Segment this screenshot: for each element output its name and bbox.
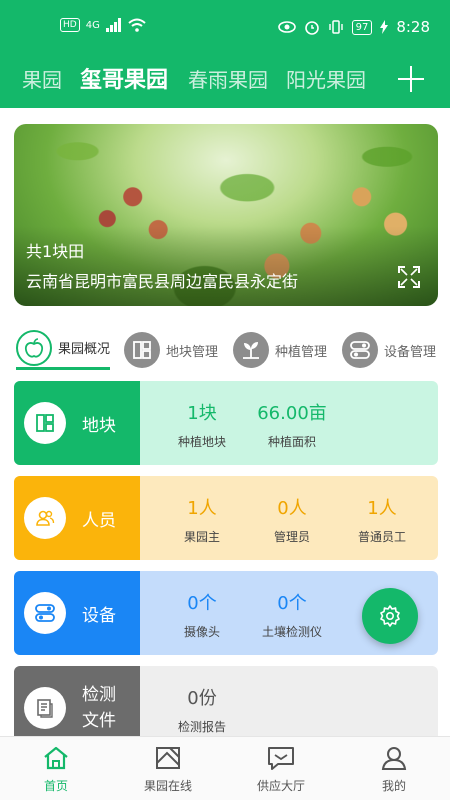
seedling-icon [233,332,269,368]
staff-card[interactable]: 人员 1人 果园主 0人 管理员 1人 普通员工 [14,476,438,560]
tab-label: 设备管理 [384,344,437,360]
tab-chunyu-orchard[interactable]: 春雨果园 [188,64,268,93]
home-icon [6,743,106,773]
staff-stats: 1人 果园主 0人 管理员 1人 普通员工 [140,476,438,560]
tab-device-management[interactable]: 设备管理 [342,330,436,370]
nav-home[interactable]: 首页 [6,743,106,794]
stat-label: 管理员 [273,530,310,544]
tab-plot-management[interactable]: 地块管理 [124,330,218,370]
stat-value: 0个 [187,593,217,614]
hd-badge: HD [60,18,80,32]
nav-label: 我的 [381,779,406,793]
orchard-address: 云南省昆明市富民县周边富民县永定街 [26,272,299,291]
stat-value: 1块 [187,403,217,424]
apple-icon [16,329,52,366]
app-header: HD 4G 97 8:28 果园 玺哥果园 春雨果园 阳光果园 [0,0,450,108]
stat-value: 0份 [187,688,217,709]
tab-planting-management[interactable]: 种植管理 [233,330,327,370]
stat-label: 检测报告 [177,720,226,734]
card-title-line1: 检测 [82,685,116,705]
plots-card-header: 地块 [14,381,140,465]
nav-supply-hall[interactable]: 供应大厅 [231,743,331,794]
stat-camera: 0个 摄像头 [154,589,250,640]
gear-icon [380,605,400,627]
map-icon [118,743,218,773]
plot-count: 共1块田 [26,242,85,261]
settings-fab[interactable] [362,588,418,644]
toggle-icon [342,332,378,368]
bottom-nav: 首页 果园在线 供应大厅 我的 [0,736,450,800]
stat-label: 土壤检测仪 [261,625,322,639]
charging-icon [380,20,389,34]
signal-icon [105,18,121,32]
stat-label: 种植面积 [267,435,316,449]
battery-indicator: 97 [351,19,373,35]
stat-reports: 0份 检测报告 [154,684,250,735]
card-title-line2: 文件 [82,711,116,731]
plots-stats: 1块 种植地块 66.00亩 种植面积 [140,381,438,465]
clock: 8:28 [396,18,430,36]
card-title: 检测 文件 [82,682,116,734]
grid-icon [124,332,160,368]
wifi-icon [128,18,146,32]
nav-mine[interactable]: 我的 [344,743,444,794]
card-title: 设备 [82,606,116,626]
tab-orchard-overview[interactable]: 果园概况 [16,329,111,370]
message-icon [231,743,331,773]
stat-value: 1人 [187,498,217,519]
document-icon [24,687,66,729]
stat-owner: 1人 果园主 [154,494,250,545]
stat-value: 0人 [277,498,307,519]
nav-label: 供应大厅 [256,779,305,793]
people-icon [24,497,66,539]
devices-card-header: 设备 [14,571,140,655]
feature-tabs: 果园概况 地块管理 种植管理 设备管理 [0,329,450,374]
tab-label: 地块管理 [166,344,219,360]
stat-worker: 1人 普通员工 [334,494,430,545]
tab-label: 种植管理 [275,344,328,360]
stat-value: 0个 [277,593,307,614]
reports-card[interactable]: 检测 文件 0份 检测报告 [14,666,438,746]
card-title: 人员 [82,511,116,531]
user-icon [344,743,444,773]
toggle-icon [24,592,66,634]
nav-orchard-online[interactable]: 果园在线 [118,743,218,794]
status-right: 97 8:28 [277,18,430,36]
stat-soil-sensor: 0个 土壤检测仪 [244,589,340,640]
nav-label: 果园在线 [143,779,192,793]
stat-label: 摄像头 [183,625,220,639]
stat-value: 66.00亩 [257,403,327,424]
stat-label: 种植地块 [177,435,226,449]
vibrate-icon [328,20,343,34]
tab-yangguang-orchard[interactable]: 阳光果园 [286,64,366,93]
expand-icon[interactable] [398,266,420,288]
stat-label: 普通员工 [357,530,406,544]
plots-card[interactable]: 地块 1块 种植地块 66.00亩 种植面积 [14,381,438,465]
grid-icon [24,402,66,444]
stat-plot-count: 1块 种植地块 [154,399,250,450]
orchard-banner[interactable]: 共1块田 云南省昆明市富民县周边富民县永定街 [14,124,438,306]
reports-stats: 0份 检测报告 [140,666,438,746]
network-label: 4G [85,19,100,31]
card-title: 地块 [82,416,116,436]
eye-icon [277,21,296,33]
add-orchard-button[interactable] [398,66,424,92]
stat-label: 果园主 [183,530,220,544]
stat-admin: 0人 管理员 [244,494,340,545]
nav-label: 首页 [43,779,68,793]
tab-label: 果园概况 [58,342,111,357]
tab-xige-orchard[interactable]: 玺哥果园 [80,62,168,94]
stat-value: 1人 [367,498,397,519]
tab-orchard[interactable]: 果园 [22,64,62,93]
reports-card-header: 检测 文件 [14,666,140,746]
status-left: HD 4G [60,18,146,32]
alarm-icon [304,21,319,35]
status-bar: HD 4G 97 8:28 [0,0,450,56]
stat-plot-area: 66.00亩 种植面积 [244,399,340,450]
staff-card-header: 人员 [14,476,140,560]
orchard-tabs: 果园 玺哥果园 春雨果园 阳光果园 [0,60,450,100]
